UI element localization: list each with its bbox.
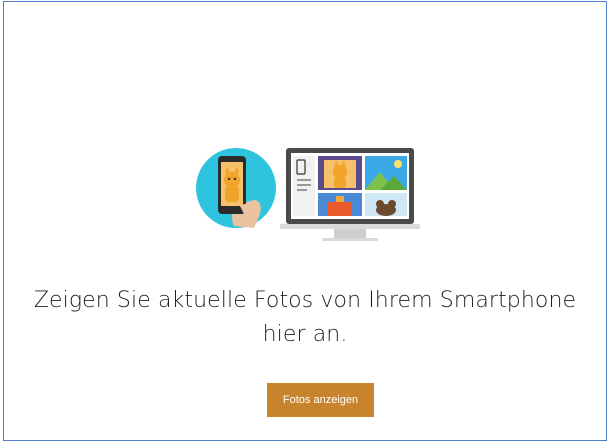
promo-message-line-2: hier an. [262,322,348,347]
laptop-icon [280,148,420,241]
photos-promo-panel: Zeigen Sie aktuelle Fotos von Ihrem Smar… [3,1,607,441]
promo-message: Zeigen Sie aktuelle Fotos von Ihrem Smar… [4,284,606,352]
phone-icon [196,148,276,228]
show-photos-button[interactable]: Fotos anzeigen [267,383,374,417]
promo-message-line-1: Zeigen Sie aktuelle Fotos von Ihrem Smar… [33,288,577,313]
phone-to-pc-photos-illustration [196,148,420,241]
